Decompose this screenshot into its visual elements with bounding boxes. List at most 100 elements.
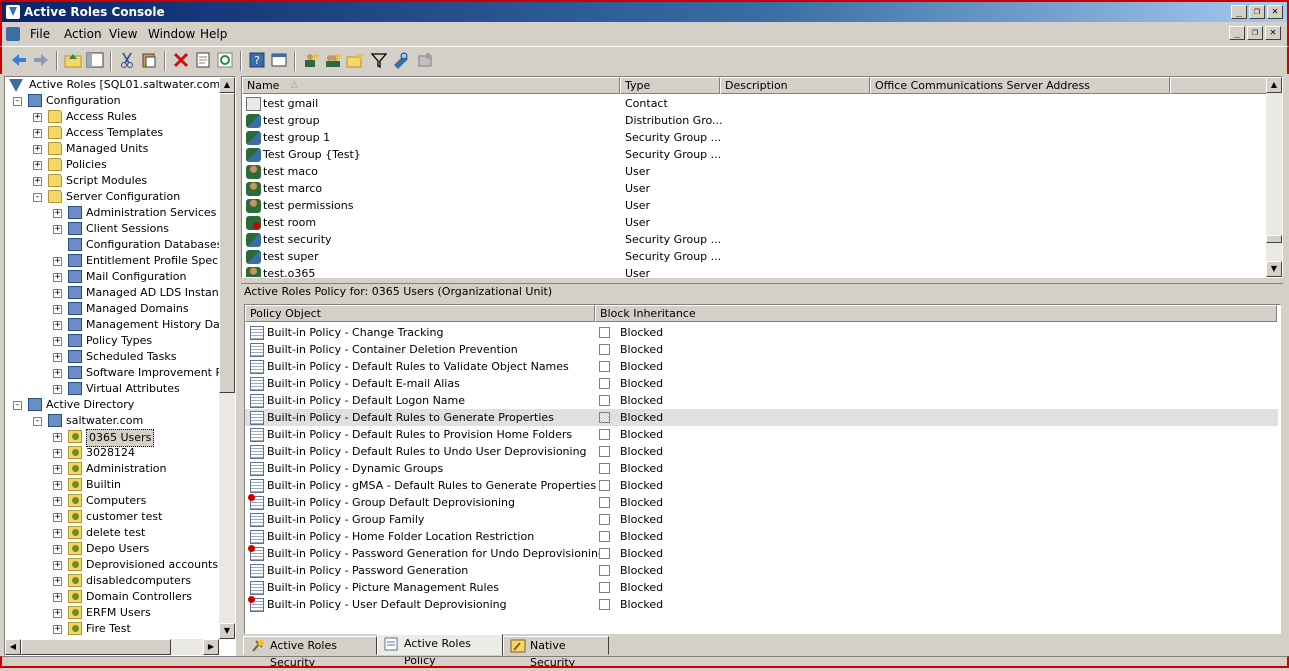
expand-icon[interactable]: + bbox=[53, 385, 62, 394]
policy-row[interactable]: Built-in Policy - Default E-mail Alias Bl… bbox=[245, 375, 1278, 392]
tree-item[interactable]: + Client Sessions bbox=[5, 221, 219, 237]
block-inheritance-checkbox[interactable] bbox=[599, 429, 610, 440]
expand-icon[interactable]: + bbox=[53, 593, 62, 602]
expand-icon[interactable]: + bbox=[33, 113, 42, 122]
tree-item[interactable]: + Virtual Attributes bbox=[5, 381, 219, 397]
console-window-icon[interactable] bbox=[270, 51, 288, 69]
new-user-icon[interactable] bbox=[302, 51, 320, 69]
policy-row[interactable]: Built-in Policy - Default Rules to Gener… bbox=[245, 409, 1278, 426]
tree-item[interactable]: + Access Templates bbox=[5, 125, 219, 141]
list-row[interactable]: test marco User bbox=[242, 180, 1267, 197]
tree-item[interactable]: Configuration Databases bbox=[5, 237, 222, 253]
list-row[interactable]: test.o365 User bbox=[242, 265, 1267, 277]
collapse-icon[interactable]: - bbox=[33, 417, 42, 426]
block-inheritance-checkbox[interactable] bbox=[599, 446, 610, 457]
tab-active-roles-policy[interactable]: Active Roles Policy bbox=[377, 634, 503, 667]
policy-row[interactable]: Built-in Policy - User Default Deprovisi… bbox=[245, 596, 1278, 613]
filter-icon[interactable] bbox=[370, 51, 388, 69]
column-header-block-inheritance[interactable]: Block Inheritance bbox=[595, 305, 1277, 322]
list-row[interactable]: test room User bbox=[242, 214, 1267, 231]
menu-action[interactable]: Action bbox=[64, 27, 102, 41]
policy-row[interactable]: Built-in Policy - Picture Management Rul… bbox=[245, 579, 1278, 596]
tree-item[interactable]: - Active Directory bbox=[5, 397, 219, 413]
list-scroll-down-button[interactable]: ▼ bbox=[1266, 261, 1282, 277]
block-inheritance-checkbox[interactable] bbox=[599, 548, 610, 559]
tree-item[interactable]: + Entitlement Profile Specifier bbox=[5, 253, 235, 269]
tree-item[interactable]: + Policies bbox=[5, 157, 219, 173]
policy-row[interactable]: Built-in Policy - gMSA - Default Rules t… bbox=[245, 477, 1278, 494]
policy-row[interactable]: Built-in Policy - Default Rules to Undo … bbox=[245, 443, 1278, 460]
tree-item[interactable]: + disabledcomputers bbox=[5, 573, 219, 589]
block-inheritance-checkbox[interactable] bbox=[599, 395, 610, 406]
expand-icon[interactable]: + bbox=[53, 609, 62, 618]
collapse-icon[interactable]: - bbox=[33, 193, 42, 202]
policy-row[interactable]: Built-in Policy - Group Family Blocked bbox=[245, 511, 1278, 528]
new-group-icon[interactable] bbox=[324, 51, 342, 69]
tree-scroll-thumb[interactable] bbox=[219, 93, 235, 393]
list-scroll-up-button[interactable]: ▲ bbox=[1266, 77, 1282, 93]
tree-item[interactable]: +0365 Users bbox=[5, 429, 219, 447]
tree-item[interactable]: + customer test bbox=[5, 509, 219, 525]
tree-item[interactable]: + Script Modules bbox=[5, 173, 219, 189]
tree-item[interactable]: + Software Improvement Proc bbox=[5, 365, 235, 381]
expand-icon[interactable]: + bbox=[53, 369, 62, 378]
show-hide-tree-icon[interactable] bbox=[86, 51, 104, 69]
policy-row[interactable]: Built-in Policy - Group Default Deprovis… bbox=[245, 494, 1278, 511]
block-inheritance-checkbox[interactable] bbox=[599, 514, 610, 525]
tree-item[interactable]: + Mail Configuration bbox=[5, 269, 219, 285]
expand-icon[interactable]: + bbox=[53, 337, 62, 346]
list-row[interactable]: test group Distribution Gro... bbox=[242, 112, 1267, 129]
mdi-minimize-button[interactable]: _ bbox=[1229, 26, 1245, 40]
forward-arrow-icon[interactable] bbox=[32, 51, 50, 69]
expand-icon[interactable]: + bbox=[53, 529, 62, 538]
block-inheritance-checkbox[interactable] bbox=[599, 361, 610, 372]
policy-row[interactable]: Built-in Policy - Password Generation Blo… bbox=[245, 562, 1278, 579]
list-row[interactable]: test group 1 Security Group ... bbox=[242, 129, 1267, 146]
tree-item[interactable]: - saltwater.com bbox=[5, 413, 219, 429]
help-icon[interactable]: ? bbox=[248, 51, 266, 69]
tree-item[interactable]: + ERFM Users bbox=[5, 605, 219, 621]
tree-item[interactable]: + Access Rules bbox=[5, 109, 219, 125]
delete-icon[interactable] bbox=[172, 51, 190, 69]
mdi-restore-button[interactable]: ❐ bbox=[1247, 26, 1263, 40]
tree-item[interactable]: + Administration bbox=[5, 461, 219, 477]
menu-window[interactable]: Window bbox=[148, 27, 195, 41]
expand-icon[interactable]: + bbox=[53, 545, 62, 554]
expand-icon[interactable]: + bbox=[53, 209, 62, 218]
block-inheritance-checkbox[interactable] bbox=[599, 599, 610, 610]
expand-icon[interactable]: + bbox=[33, 129, 42, 138]
column-header-name[interactable]: Name △ bbox=[242, 77, 620, 94]
list-vertical-scrollbar[interactable]: ▲ ▼ bbox=[1266, 77, 1282, 277]
policy-row[interactable]: Built-in Policy - Default Rules to Valid… bbox=[245, 358, 1278, 375]
tree-hscroll-thumb[interactable] bbox=[21, 639, 171, 655]
list-row[interactable]: test maco User bbox=[242, 163, 1267, 180]
tree-item[interactable]: - Configuration bbox=[5, 93, 219, 109]
policy-row[interactable]: Built-in Policy - Default Rules to Provi… bbox=[245, 426, 1278, 443]
tree-item[interactable]: + Policy Types bbox=[5, 333, 219, 349]
tree-scroll-up-button[interactable]: ▲ bbox=[219, 77, 235, 93]
new-ou-icon[interactable] bbox=[346, 51, 364, 69]
mdi-app-icon[interactable] bbox=[6, 27, 20, 41]
list-row[interactable]: test super Security Group ... bbox=[242, 248, 1267, 265]
column-header-ocs-address[interactable]: Office Communications Server Address bbox=[870, 77, 1170, 94]
list-row[interactable]: test gmail Contact bbox=[242, 95, 1267, 112]
expand-icon[interactable]: + bbox=[53, 465, 62, 474]
policy-row[interactable]: Built-in Policy - Default Logon Name Bloc… bbox=[245, 392, 1278, 409]
collapse-icon[interactable]: - bbox=[13, 401, 22, 410]
tab-active-roles-security[interactable]: Active Roles Security bbox=[243, 636, 377, 669]
tab-native-security[interactable]: Native Security bbox=[503, 636, 609, 669]
expand-icon[interactable]: + bbox=[53, 257, 62, 266]
tree-vertical-scrollbar[interactable]: ▲ ▼ bbox=[219, 77, 235, 639]
expand-icon[interactable]: + bbox=[53, 305, 62, 314]
tree-item[interactable]: + Fire Test bbox=[5, 621, 219, 637]
tree-scroll-left-button[interactable]: ◀ bbox=[5, 639, 21, 655]
tree-item[interactable]: + Management History Datab bbox=[5, 317, 235, 333]
mdi-close-button[interactable]: ✕ bbox=[1265, 26, 1281, 40]
expand-icon[interactable]: + bbox=[33, 161, 42, 170]
expand-icon[interactable]: + bbox=[53, 273, 62, 282]
expand-icon[interactable]: + bbox=[53, 481, 62, 490]
minimize-button[interactable]: _ bbox=[1231, 5, 1247, 19]
column-header-policy-object[interactable]: Policy Object bbox=[245, 305, 595, 322]
tree-item[interactable]: + Domain Controllers bbox=[5, 589, 219, 605]
block-inheritance-checkbox[interactable] bbox=[599, 378, 610, 389]
